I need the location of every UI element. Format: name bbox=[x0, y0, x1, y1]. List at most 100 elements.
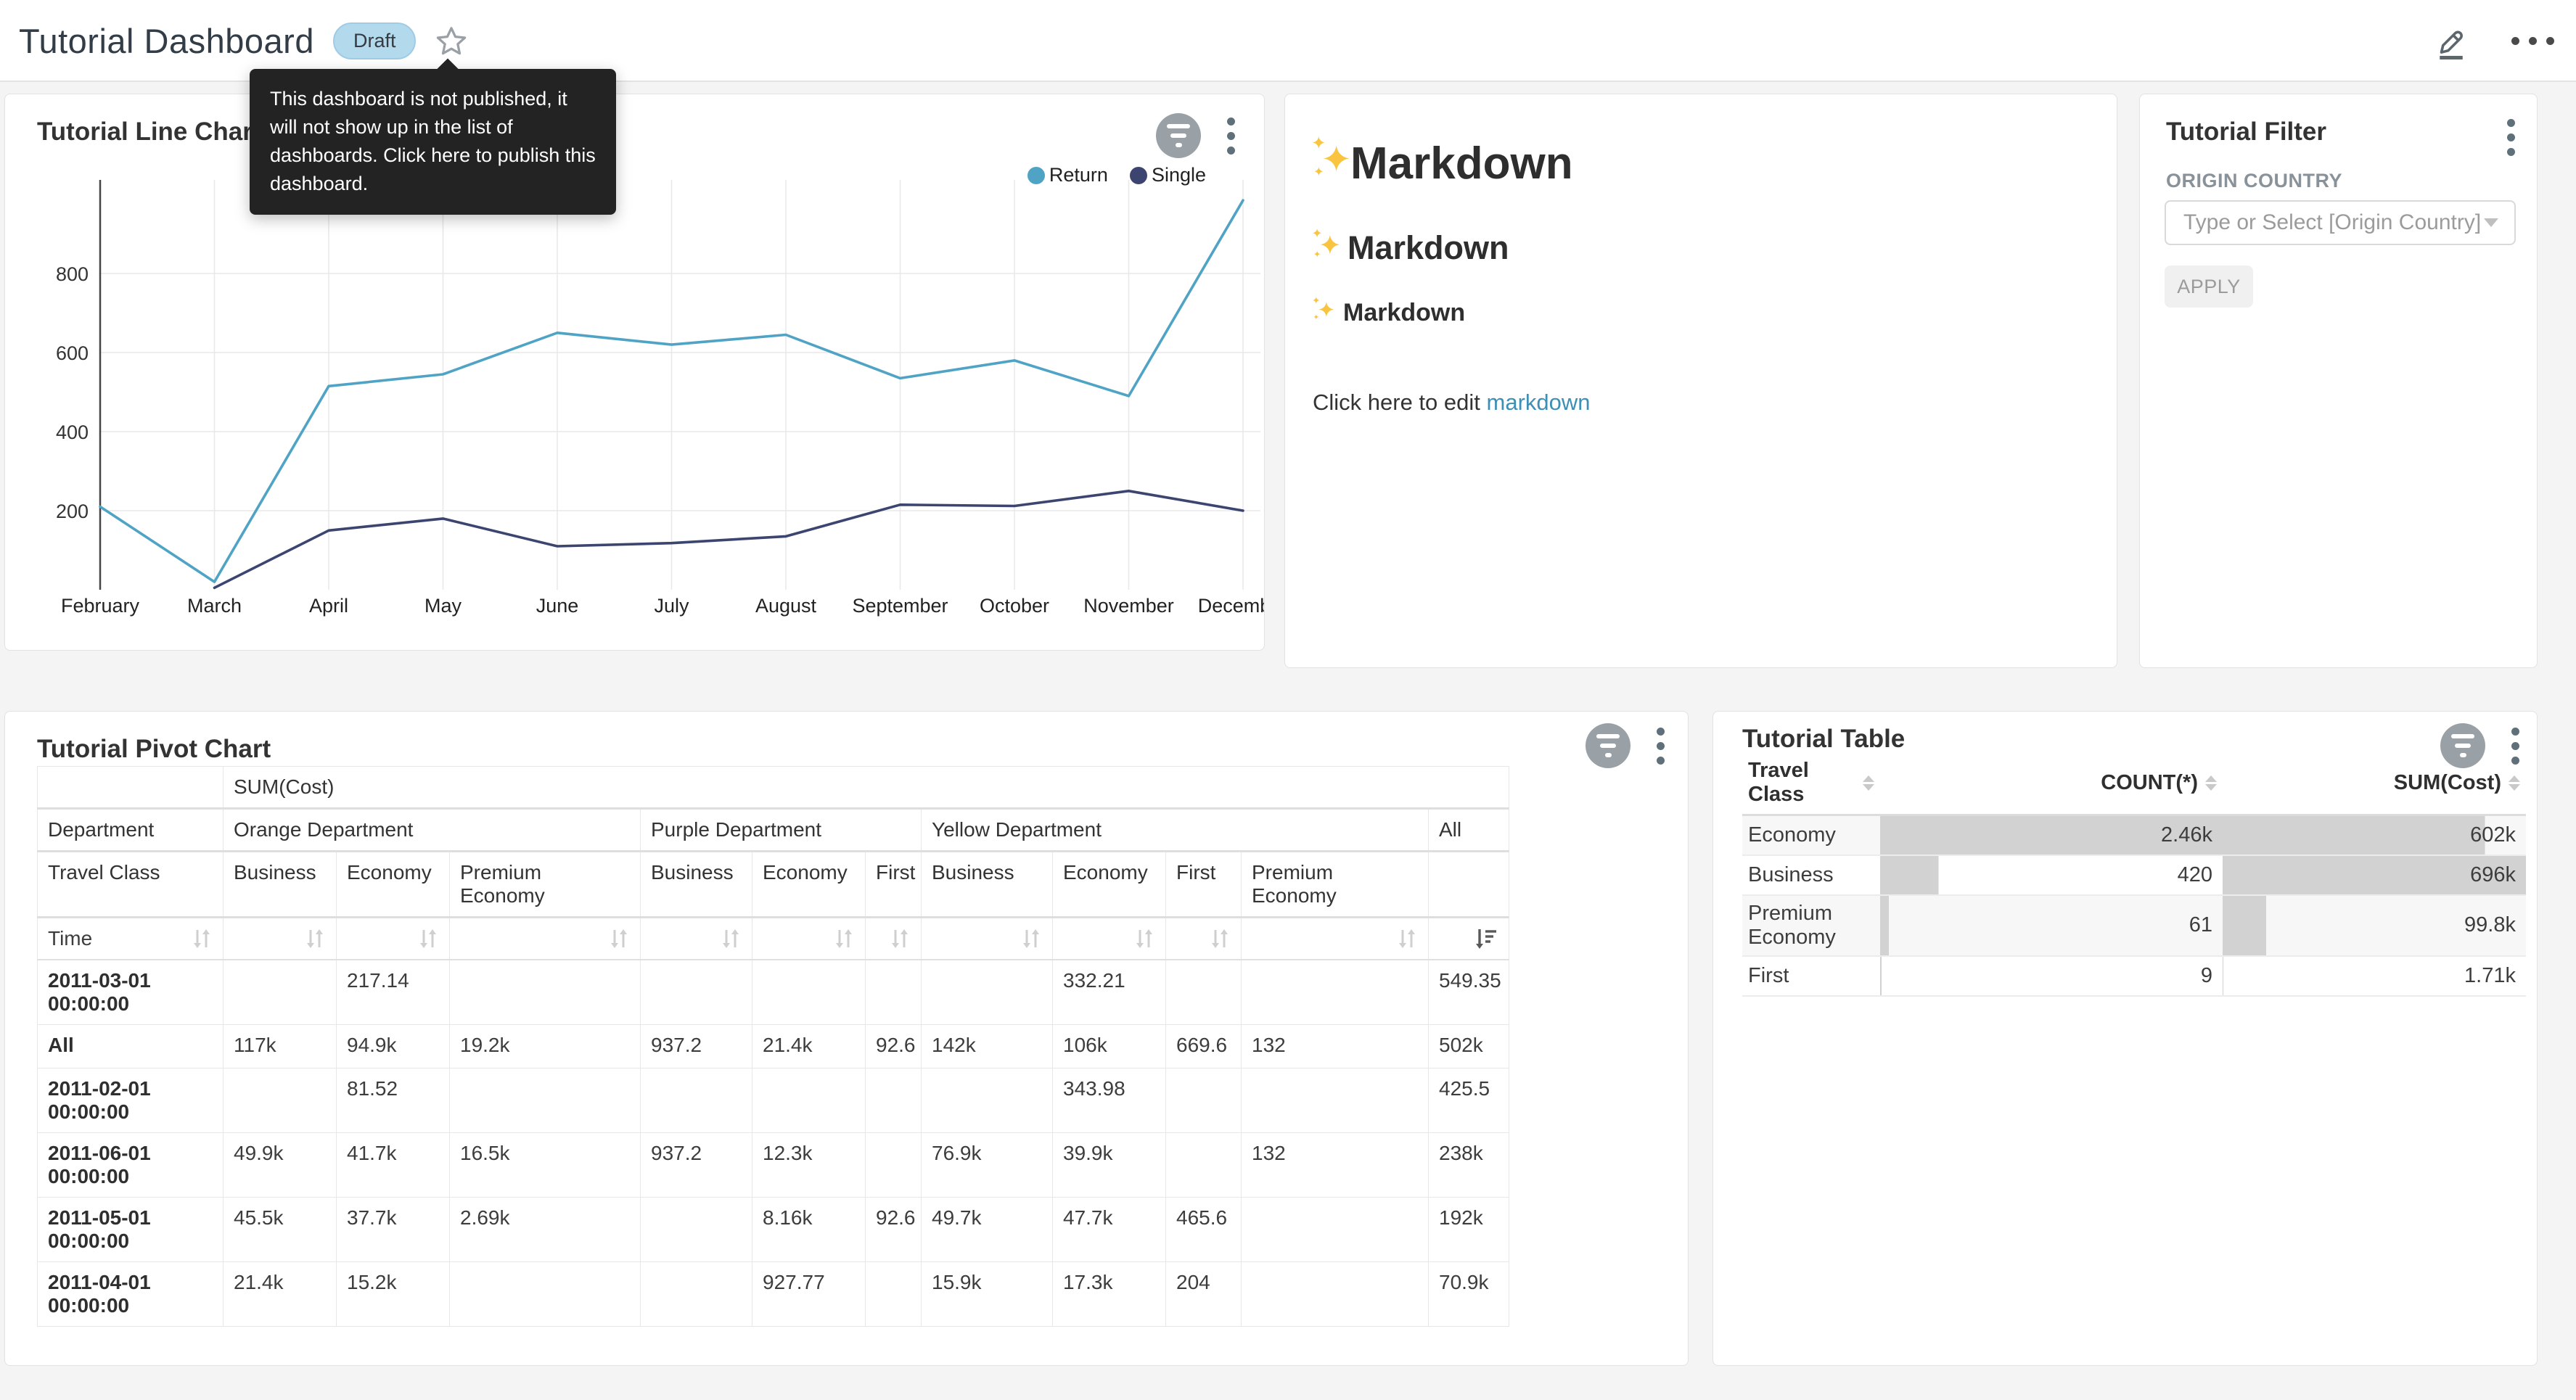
page-footer-gutter bbox=[0, 1366, 2576, 1400]
line-chart-plot[interactable]: 200400600800FebruaryMarchAprilMayJuneJul… bbox=[5, 94, 1265, 651]
sort-icon[interactable] bbox=[1863, 775, 1874, 791]
edit-pencil-icon[interactable] bbox=[2432, 22, 2471, 61]
travel-class-cell: First bbox=[1742, 956, 1880, 996]
pivot-cell: 70.9k bbox=[1429, 1262, 1509, 1327]
count-cell: 9 bbox=[1880, 956, 2223, 996]
pivot-col-header bbox=[1429, 852, 1509, 918]
pivot-cell: 92.6 bbox=[866, 1198, 922, 1262]
pivot-col-header: Business bbox=[641, 852, 752, 918]
pivot-row: 2011-05-01 00:00:0045.5k37.7k2.69k8.16k9… bbox=[38, 1198, 1509, 1262]
star-icon[interactable] bbox=[435, 25, 468, 58]
pivot-cell bbox=[866, 1262, 922, 1327]
sort-icon[interactable] bbox=[1396, 927, 1418, 950]
markdown-h3: Markdown bbox=[1313, 297, 2088, 329]
sort-icon[interactable] bbox=[417, 927, 439, 950]
sort-icon[interactable] bbox=[1133, 927, 1155, 950]
pivot-axis-label: Department bbox=[38, 809, 223, 852]
sort-desc-icon[interactable] bbox=[1474, 927, 1498, 950]
sort-icon[interactable] bbox=[2509, 775, 2520, 791]
svg-text:March: March bbox=[187, 595, 242, 617]
svg-text:400: 400 bbox=[56, 421, 89, 443]
markdown-card: Markdown Markdown Markdown Click here to… bbox=[1284, 94, 2117, 668]
sort-icon[interactable] bbox=[833, 927, 855, 950]
select-placeholder: Type or Select [Origin Country] bbox=[2183, 210, 2481, 235]
markdown-edit-link[interactable]: markdown bbox=[1487, 390, 1591, 415]
sort-icon[interactable] bbox=[304, 927, 326, 950]
markdown-h3-text: Markdown bbox=[1343, 299, 1465, 327]
pivot-cell: 21.4k bbox=[223, 1262, 337, 1327]
pivot-cell: 16.5k bbox=[450, 1133, 641, 1198]
svg-text:200: 200 bbox=[56, 501, 89, 522]
svg-text:October: October bbox=[980, 595, 1049, 617]
pivot-cell: 39.9k bbox=[1053, 1133, 1166, 1198]
pivot-row-label: 2011-02-01 00:00:00 bbox=[38, 1068, 223, 1133]
svg-text:April: April bbox=[309, 595, 348, 617]
pivot-cell: 81.52 bbox=[337, 1068, 450, 1133]
col-header-sum-cost[interactable]: SUM(Cost) bbox=[2223, 752, 2526, 815]
sort-icon[interactable] bbox=[1020, 927, 1042, 950]
filter-card: Tutorial Filter ORIGIN COUNTRY Type or S… bbox=[2139, 94, 2538, 668]
pivot-group-header: Purple Department bbox=[641, 809, 922, 852]
pivot-row: All117k94.9k19.2k937.221.4k92.6142k106k6… bbox=[38, 1025, 1509, 1068]
pivot-sort-cell bbox=[1429, 918, 1509, 960]
origin-country-select[interactable]: Type or Select [Origin Country] bbox=[2165, 200, 2516, 245]
pivot-group-header: Orange Department bbox=[223, 809, 641, 852]
pivot-col-header: Premium Economy bbox=[450, 852, 641, 918]
kebab-menu-icon[interactable] bbox=[1654, 725, 1668, 767]
draft-badge[interactable]: Draft bbox=[333, 22, 417, 59]
count-cell: 2.46k bbox=[1880, 815, 2223, 855]
sort-icon[interactable] bbox=[191, 927, 213, 950]
kebab-menu-icon[interactable] bbox=[2504, 116, 2518, 159]
pivot-group-header: Yellow Department bbox=[922, 809, 1429, 852]
sparkles-icon bbox=[1313, 136, 1350, 191]
pivot-cell: 117k bbox=[223, 1025, 337, 1068]
pivot-row-label: 2011-03-01 00:00:00 bbox=[38, 960, 223, 1025]
sum-cost-cell: 99.8k bbox=[2223, 895, 2526, 956]
pivot-col-header: First bbox=[866, 852, 922, 918]
pivot-cell: 192k bbox=[1429, 1198, 1509, 1262]
pivot-sort-cell bbox=[337, 918, 450, 960]
svg-text:February: February bbox=[61, 595, 140, 617]
pivot-card-icons bbox=[1586, 723, 1668, 768]
pivot-cell bbox=[641, 1262, 752, 1327]
pivot-cell: 937.2 bbox=[641, 1133, 752, 1198]
sort-icon[interactable] bbox=[608, 927, 630, 950]
svg-text:September: September bbox=[852, 595, 948, 617]
sort-icon[interactable] bbox=[720, 927, 742, 950]
pivot-row-label: All bbox=[38, 1025, 223, 1068]
pivot-cell: 549.35 bbox=[1429, 960, 1509, 1025]
sort-icon[interactable] bbox=[2205, 775, 2217, 791]
pivot-cell bbox=[641, 1068, 752, 1133]
page-title: Tutorial Dashboard bbox=[19, 21, 314, 61]
pivot-cell bbox=[641, 1198, 752, 1262]
sum-cost-cell: 602k bbox=[2223, 815, 2526, 855]
pivot-cell: 142k bbox=[922, 1025, 1053, 1068]
pivot-cell: 502k bbox=[1429, 1025, 1509, 1068]
pivot-metric-header: SUM(Cost) bbox=[223, 767, 1509, 809]
origin-country-label: ORIGIN COUNTRY bbox=[2166, 170, 2342, 192]
pivot-cell: 12.3k bbox=[752, 1133, 866, 1198]
markdown-h2: Markdown bbox=[1313, 228, 2088, 268]
chevron-down-icon bbox=[2484, 218, 2498, 227]
pivot-cell bbox=[450, 960, 641, 1025]
count-cell: 61 bbox=[1880, 895, 2223, 956]
travel-class-cell: Business bbox=[1742, 855, 1880, 895]
pivot-cell: 332.21 bbox=[1053, 960, 1166, 1025]
apply-button[interactable]: APPLY bbox=[2165, 265, 2253, 308]
pivot-cell bbox=[922, 960, 1053, 1025]
filter-indicator-icon[interactable] bbox=[1586, 723, 1630, 768]
col-header-travel-class[interactable]: Travel Class bbox=[1742, 752, 1880, 815]
sort-icon[interactable] bbox=[1209, 927, 1231, 950]
publish-tooltip[interactable]: This dashboard is not published, it will… bbox=[250, 69, 616, 215]
pivot-col-header: First bbox=[1166, 852, 1242, 918]
pivot-cell bbox=[450, 1262, 641, 1327]
more-menu-icon[interactable] bbox=[2511, 37, 2554, 45]
col-header-count[interactable]: COUNT(*) bbox=[1880, 752, 2223, 815]
table-row: Economy 2.46k 602k bbox=[1742, 815, 2526, 855]
table-card-title: Tutorial Table bbox=[1742, 725, 1905, 754]
svg-text:July: July bbox=[654, 595, 689, 617]
markdown-h1-text: Markdown bbox=[1350, 138, 1573, 189]
pivot-row-label: 2011-05-01 00:00:00 bbox=[38, 1198, 223, 1262]
pivot-cell: 2.69k bbox=[450, 1198, 641, 1262]
sort-icon[interactable] bbox=[889, 927, 911, 950]
